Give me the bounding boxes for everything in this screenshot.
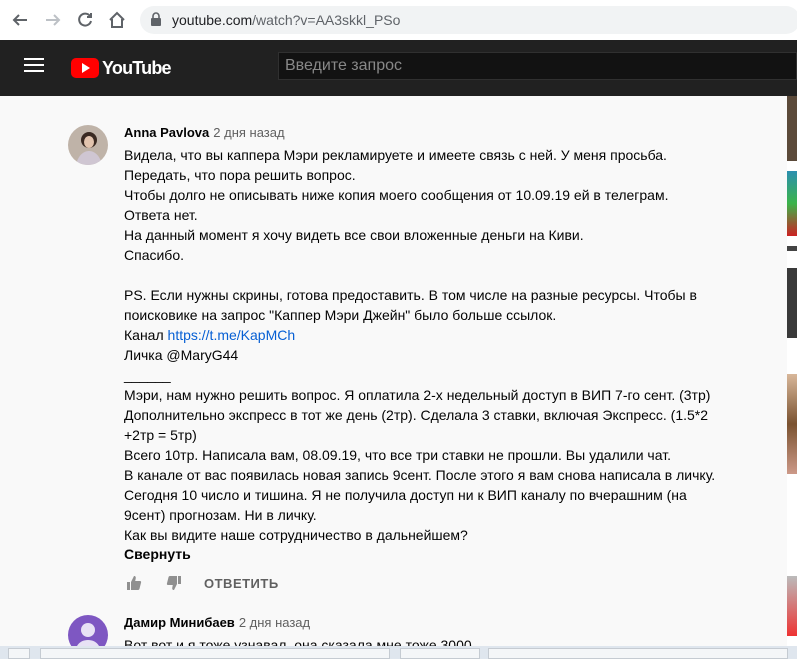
recommendation-thumbnail[interactable] <box>787 246 797 251</box>
address-bar[interactable]: youtube.com/watch?v=AA3skkl_PSo <box>140 6 797 34</box>
comment-line: ______ <box>124 367 171 383</box>
comment-line: Как вы видите наше сотрудничество в даль… <box>124 527 468 543</box>
comment-line: PS. Если нужны скрины, готова предостави… <box>124 287 697 303</box>
back-arrow-icon[interactable] <box>9 9 31 31</box>
comment-line: Ответа нет. <box>124 207 198 223</box>
hamburger-menu-icon[interactable] <box>24 58 44 78</box>
comment-header: Anna Pavlova 2 дня назад <box>124 125 285 140</box>
comment-time[interactable]: 2 дня назад <box>213 125 284 140</box>
channel-link[interactable]: https://t.me/KapMCh <box>168 327 296 343</box>
thumbs-down-icon[interactable] <box>164 573 184 593</box>
youtube-logo[interactable]: YouTube <box>71 57 172 79</box>
forward-arrow-icon[interactable] <box>42 9 64 31</box>
comment-author[interactable]: Anna Pavlova <box>124 125 209 140</box>
search-box[interactable] <box>278 52 797 80</box>
comment-line: На данный момент я хочу видеть все свои … <box>124 227 584 243</box>
recommendation-thumbnail[interactable] <box>787 374 797 474</box>
comment-line: Передать, что пора решить вопрос. <box>124 167 356 183</box>
comment-text: Вот вот и я тоже узнавал, она сказала мн… <box>124 635 744 646</box>
taskbar <box>0 646 797 659</box>
thumbs-up-icon[interactable] <box>124 573 144 593</box>
taskbar-item[interactable] <box>8 648 30 659</box>
comment-actions: ОТВЕТИТЬ <box>124 573 279 593</box>
comment-text: Видела, что вы каппера Мэри рекламируете… <box>124 145 744 545</box>
avatar[interactable] <box>68 615 108 646</box>
play-logo-icon <box>71 58 99 78</box>
comment-line: Мэри, нам нужно решить вопрос. Я оплатил… <box>124 387 711 403</box>
comment-line: 9сент) прогнозам. Ни в личку. <box>124 507 317 523</box>
comment-line: В канале от вас появилась новая запись 9… <box>124 467 716 483</box>
comment-line <box>124 265 744 285</box>
recommendation-thumbnail[interactable] <box>787 96 797 161</box>
taskbar-item[interactable] <box>488 648 788 659</box>
comment-line: Спасибо. <box>124 247 184 263</box>
reload-icon[interactable] <box>74 9 96 31</box>
youtube-header: YouTube <box>0 40 797 96</box>
reply-button[interactable]: ОТВЕТИТЬ <box>204 576 279 591</box>
comment-line: поисковике на запрос "Каппер Мэри Джейн"… <box>124 307 557 323</box>
comment-line: Сегодня 10 число и тишина. Я не получила… <box>124 487 687 503</box>
lock-icon <box>150 12 162 31</box>
search-input[interactable] <box>279 53 796 79</box>
comment-line: Личка @MaryG44 <box>124 347 239 363</box>
comment-line: Видела, что вы каппера Мэри рекламируете… <box>124 147 667 163</box>
channel-prefix: Канал <box>124 327 168 343</box>
recommendation-thumbnail[interactable] <box>787 576 797 636</box>
comment-line: Всего 10тр. Написала вам, 08.09.19, что … <box>124 447 671 463</box>
logo-text: YouTube <box>102 57 172 78</box>
comment-time[interactable]: 2 дня назад <box>239 615 310 630</box>
comment-line: Вот вот и я тоже узнавал, она сказала мн… <box>124 637 472 646</box>
comment-thread: Дамир Минибаев 2 дня назад Вот вот и я то… <box>68 615 768 646</box>
comment-line: Чтобы долго не описывать ниже копия моег… <box>124 187 669 203</box>
recommendations-strip <box>787 96 797 646</box>
comment-line: Дополнительно экспресс в тот же день (2т… <box>124 407 709 423</box>
taskbar-item[interactable] <box>40 648 390 659</box>
recommendation-thumbnail[interactable] <box>787 171 797 236</box>
recommendation-thumbnail[interactable] <box>787 268 797 338</box>
comment-header: Дамир Минибаев 2 дня назад <box>124 615 310 630</box>
comment-line: +2тр = 5тр) <box>124 427 197 443</box>
comment-thread: Anna Pavlova 2 дня назад Видела, что вы к… <box>68 125 768 600</box>
collapse-button[interactable]: Свернуть <box>124 546 191 562</box>
browser-toolbar: youtube.com/watch?v=AA3skkl_PSo <box>0 0 797 41</box>
avatar[interactable] <box>68 125 108 165</box>
taskbar-item[interactable] <box>400 648 480 659</box>
comment-line: Канал https://t.me/KapMCh <box>124 325 744 345</box>
comment-author[interactable]: Дамир Минибаев <box>124 615 235 630</box>
url-text: youtube.com/watch?v=AA3skkl_PSo <box>172 12 401 28</box>
home-icon[interactable] <box>106 9 128 31</box>
